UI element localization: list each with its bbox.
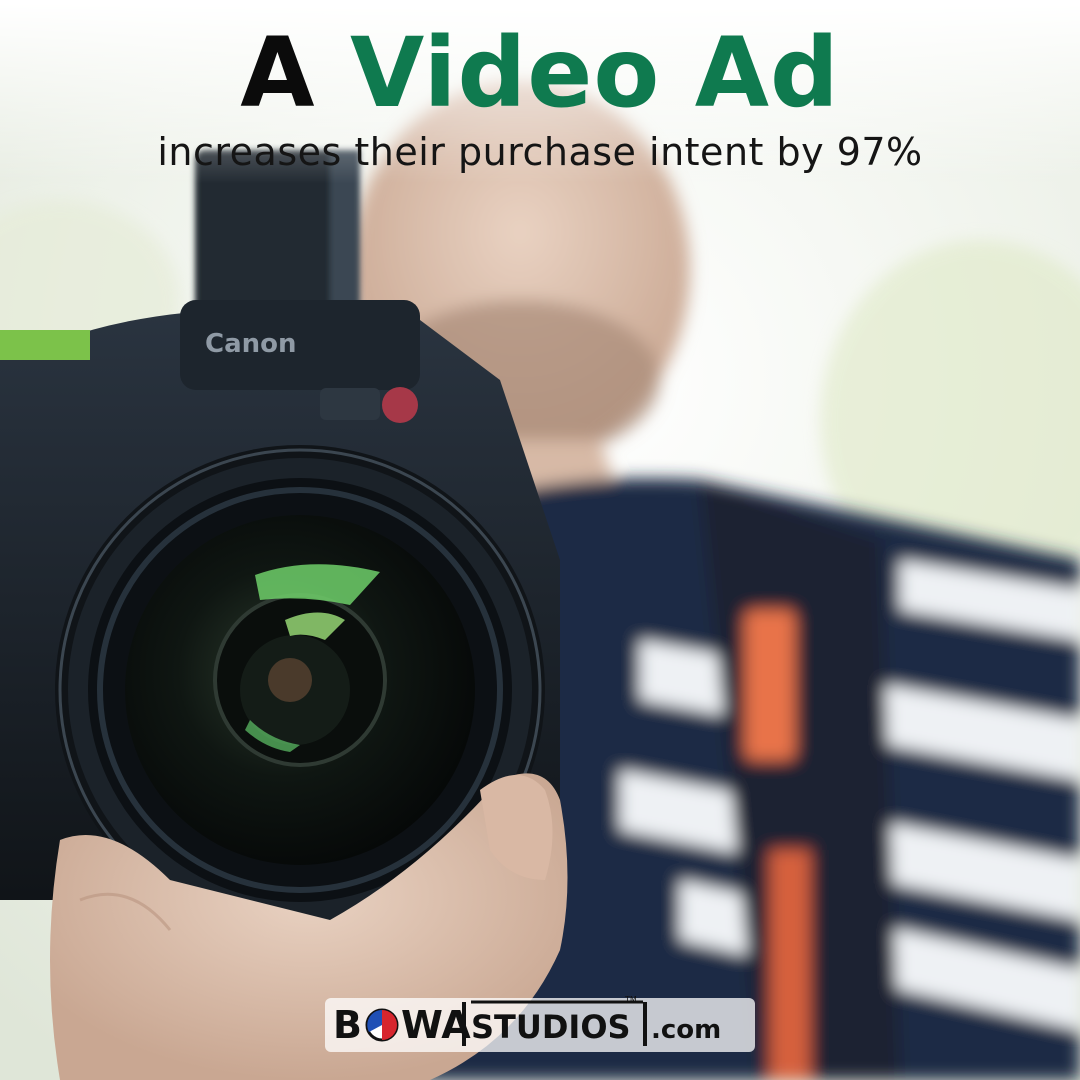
camera-brand-text: Canon: [205, 329, 297, 359]
logo-trademark: TM: [624, 995, 637, 1004]
logo-dotcom: .com: [651, 1015, 721, 1045]
logo-o-icon: [365, 1008, 399, 1042]
subheadline: increases their purchase intent by 97%: [157, 130, 923, 174]
bowa-studios-logo: B WA STUDIOS .com TM: [325, 995, 755, 1052]
logo-letter-b: B: [333, 1003, 362, 1047]
headline-word-video-ad: Video Ad: [349, 17, 840, 129]
logo-letters-wa: WA: [401, 1003, 471, 1047]
headline: A Video Ad: [0, 18, 1080, 128]
logo-studios: STUDIOS: [471, 1008, 631, 1046]
headline-word-a: A: [240, 17, 316, 129]
ad-canvas: Canon A Video Ad increases their purchas…: [0, 0, 1080, 1080]
